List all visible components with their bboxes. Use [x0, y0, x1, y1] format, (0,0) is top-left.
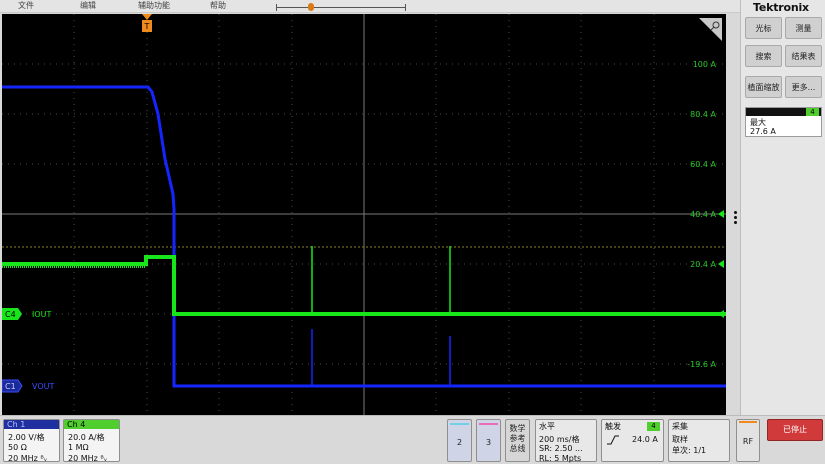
- ch1-scale: 2.00 V/格: [8, 433, 45, 442]
- panel-collapse-handle[interactable]: [734, 211, 738, 225]
- scale-label-4: 20.4 A: [690, 260, 716, 269]
- trigger-level: 24.0 A: [632, 435, 658, 444]
- more-button[interactable]: 更多...: [785, 76, 822, 98]
- ch4-ground-marker[interactable]: C4: [2, 308, 22, 320]
- zoom-button[interactable]: 植面缩放: [745, 76, 782, 98]
- acquire-badge[interactable]: 采集 取样 单次: 1/1: [668, 419, 730, 462]
- ch1-badge[interactable]: Ch 1 2.00 V/格 50 Ω 20 MHz ᴮᵥ: [3, 419, 60, 463]
- results-side-panel: Tektronix 光标 测量 搜索 结果表 植面缩放 更多... 4 最大 2…: [740, 0, 825, 415]
- zoom-corner-icon: [699, 18, 722, 41]
- ch1-ground-marker[interactable]: C1: [2, 379, 23, 393]
- svg-text:C1: C1: [5, 382, 16, 391]
- scale-label-0: 100 A: [693, 60, 717, 69]
- trigger-marker[interactable]: T: [142, 14, 152, 32]
- record-length: RL: 5 Mpts: [539, 454, 582, 463]
- svg-text:C4: C4: [5, 310, 16, 319]
- ch1-bandwidth: 20 MHz ᴮᵥ: [8, 454, 48, 463]
- menu-file[interactable]: 文件: [18, 0, 34, 12]
- sample-rate: SR: 2.50 ...: [539, 444, 583, 453]
- acquire-count: 单次: 1/1: [672, 446, 707, 455]
- run-stop-button[interactable]: 已停止: [767, 419, 823, 441]
- ch4-bandwidth: 20 MHz ᴮᵥ: [68, 454, 108, 463]
- search-button[interactable]: 搜索: [745, 45, 782, 67]
- trigger-badge[interactable]: 触发 4 24.0 A: [601, 419, 664, 462]
- ch1-badge-header: Ch 1: [4, 420, 59, 429]
- menu-bar: 文件 编辑 辅助功能 帮助: [0, 0, 740, 13]
- scale-label-1: 80.4 A: [690, 110, 716, 119]
- ch4-badge[interactable]: Ch 4 20.0 A/格 1 MΩ 20 MHz ᴮᵥ: [63, 419, 120, 463]
- rf-button[interactable]: RF: [736, 419, 760, 462]
- scale-label-3: 40.4 A: [690, 210, 716, 219]
- measure-button[interactable]: 测量: [785, 17, 822, 39]
- horizontal-badge[interactable]: 水平 200 ms/格 SR: 2.50 ... RL: 5 Mpts: [535, 419, 597, 463]
- waveform-display[interactable]: T 100 A 80.4 A 60.4 A 40.4 A 20.4 A -19.…: [2, 14, 726, 415]
- scale-label-5: -19.6 A: [687, 360, 716, 369]
- waveform-graticule: T 100 A 80.4 A 60.4 A 40.4 A 20.4 A -19.…: [2, 14, 726, 415]
- add-ch2-button[interactable]: 2: [447, 419, 472, 462]
- ch4-trace-label: IOUT: [32, 310, 52, 319]
- menu-edit[interactable]: 编辑: [80, 0, 96, 12]
- math-ref-bus-button[interactable]: 数学 参考 总线: [505, 419, 530, 462]
- record-view-bar[interactable]: [276, 3, 406, 11]
- cursors-button[interactable]: 光标: [745, 17, 782, 39]
- brand-logo: Tektronix: [753, 1, 809, 14]
- add-ch3-button[interactable]: 3: [476, 419, 501, 462]
- record-position-handle[interactable]: [308, 3, 314, 11]
- acquire-mode: 取样: [672, 435, 688, 444]
- measurement-channel-badge: 4: [806, 108, 819, 116]
- scale-label-2: 60.4 A: [690, 160, 716, 169]
- ch4-badge-header: Ch 4: [64, 420, 119, 429]
- trigger-title: 触发: [605, 422, 621, 431]
- trigger-source-badge: 4: [647, 422, 660, 431]
- settings-bar: Ch 1 2.00 V/格 50 Ω 20 MHz ᴮᵥ Ch 4 20.0 A…: [0, 415, 825, 464]
- ch1-trace-label: VOUT: [32, 382, 54, 391]
- ch4-termination: 1 MΩ: [68, 443, 89, 452]
- rising-edge-icon: [607, 435, 619, 445]
- menu-help[interactable]: 帮助: [210, 0, 226, 12]
- trigger-marker-label: T: [144, 22, 150, 31]
- menu-utility[interactable]: 辅助功能: [138, 0, 170, 12]
- measurement-result-max[interactable]: 4 最大 27.6 A: [745, 107, 822, 137]
- acquire-title: 采集: [672, 422, 688, 431]
- oscilloscope-app: 文件 编辑 辅助功能 帮助 T 100 A 80.4 A 60.4 A 40.4…: [0, 0, 825, 464]
- ch1-termination: 50 Ω: [8, 443, 27, 452]
- measurement-value: 27.6 A: [750, 127, 776, 136]
- horizontal-title: 水平: [539, 422, 555, 431]
- results-table-button[interactable]: 结果表: [785, 45, 822, 67]
- ch4-scale: 20.0 A/格: [68, 433, 105, 442]
